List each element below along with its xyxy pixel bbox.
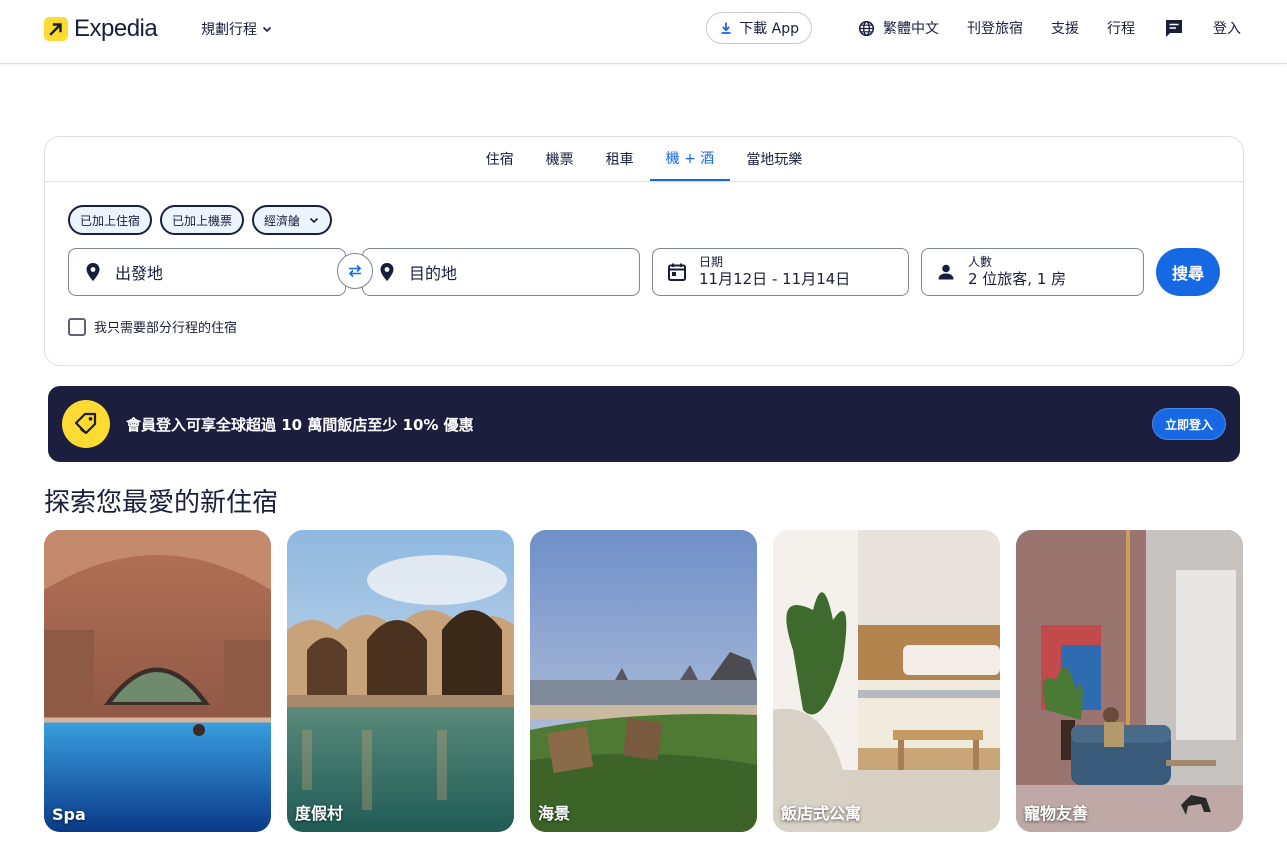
card-label: 飯店式公寓 (781, 804, 862, 823)
flight-added-label: 已加上機票 (172, 213, 233, 228)
origin-field[interactable]: 出發地 (68, 248, 346, 296)
travelers-field[interactable]: 人數 2 位旅客, 1 房 (921, 248, 1144, 296)
stay-added-chip[interactable]: 已加上住宿 (68, 205, 153, 235)
partial-stay-option: 我只需要部分行程的住宿 (68, 317, 237, 336)
tab-cars-label: 租車 (605, 152, 634, 168)
dates-label: 日期 (699, 255, 724, 269)
card-label: 度假村 (295, 804, 344, 823)
tab-stays-label: 住宿 (485, 152, 514, 168)
partial-stay-label: 我只需要部分行程的住宿 (94, 321, 238, 336)
tab-cars[interactable]: 租車 (590, 137, 650, 181)
support-link[interactable]: 支援 (1051, 18, 1079, 38)
tab-flights[interactable]: 機票 (530, 137, 590, 181)
card-label: 寵物友善 (1024, 804, 1089, 823)
destination-placeholder: 目的地 (409, 264, 458, 283)
support-label: 支援 (1051, 21, 1079, 37)
card-pet-friendly[interactable]: 寵物友善 (1016, 530, 1243, 832)
cabin-class-label: 經濟艙 (264, 213, 301, 228)
sign-in-now-button[interactable]: 立即登入 (1151, 408, 1226, 440)
map-pin-icon (81, 260, 105, 284)
download-app-button[interactable]: 下載 App (706, 12, 812, 44)
language-label: 繁體中文 (883, 21, 939, 37)
person-icon (934, 260, 958, 284)
card-resort[interactable]: 度假村 (287, 530, 514, 832)
chevron-down-icon (309, 217, 319, 224)
swap-arrows-icon[interactable] (337, 253, 373, 289)
origin-placeholder: 出發地 (115, 264, 164, 283)
price-tag-icon (62, 400, 110, 448)
dates-field[interactable]: 日期 11月12日 - 11月14日 (652, 248, 909, 296)
partial-stay-checkbox[interactable] (68, 317, 86, 336)
cabin-class-dropdown[interactable]: 經濟艙 (252, 205, 333, 235)
plan-trip-label: 規劃行程 (201, 22, 257, 38)
search-button[interactable]: 搜尋 (1156, 248, 1220, 296)
sign-in-link[interactable]: 登入 (1213, 18, 1241, 38)
tab-things-to-do-label: 當地玩樂 (746, 152, 803, 168)
aparthotel-image (773, 530, 1000, 832)
section-title: 探索您最愛的新住宿 (44, 488, 279, 518)
chat-icon[interactable] (1163, 17, 1185, 39)
pet-friendly-image (1016, 530, 1243, 832)
download-app-label: 下載 App (739, 21, 799, 37)
card-label: Spa (52, 805, 86, 824)
map-pin-icon (375, 260, 399, 284)
package-chips: 已加上住宿 已加上機票 經濟艙 (68, 205, 333, 235)
logo-text: Expedia (74, 15, 158, 42)
sign-in-label: 登入 (1213, 21, 1241, 37)
ocean-view-image (530, 530, 757, 832)
trips-label: 行程 (1107, 21, 1135, 37)
tab-things-to-do[interactable]: 當地玩樂 (730, 137, 818, 181)
card-aparthotel[interactable]: 飯店式公寓 (773, 530, 1000, 832)
banner-text: 會員登入可享全球超過 10 萬間飯店至少 10% 優惠 (126, 416, 474, 434)
list-property-label: 刊登旅宿 (967, 21, 1023, 37)
tab-packages[interactable]: 機 + 酒 (649, 137, 731, 181)
chevron-down-icon (262, 26, 272, 33)
card-label: 海景 (538, 804, 571, 823)
search-form: 住宿 機票 租車 機 + 酒 當地玩樂 已加上住宿 已加上機票 經濟艙 出發地 … (44, 136, 1244, 366)
trips-link[interactable]: 行程 (1107, 18, 1135, 38)
header-nav: 下載 App 繁體中文 刊登旅宿 支援 行程 登入 (706, 12, 1241, 44)
list-property-link[interactable]: 刊登旅宿 (967, 18, 1023, 38)
expedia-logo[interactable]: Expedia (44, 15, 158, 42)
site-header: Expedia 規劃行程 下載 App 繁體中文 刊登旅宿 支援 行程 登入 (0, 0, 1287, 64)
property-type-cards: Spa 度假村 海景 飯店式公寓 寵物友善 (44, 530, 1243, 832)
dates-value: 11月12日 - 11月14日 (699, 270, 851, 288)
travelers-label: 人數 (968, 255, 993, 269)
resort-image (287, 530, 514, 832)
stay-added-label: 已加上住宿 (80, 213, 141, 228)
tab-flights-label: 機票 (545, 152, 574, 168)
search-tabs: 住宿 機票 租車 機 + 酒 當地玩樂 (45, 137, 1243, 182)
calendar-icon (665, 260, 689, 284)
travelers-value: 2 位旅客, 1 房 (968, 270, 1067, 288)
flight-added-chip[interactable]: 已加上機票 (160, 205, 245, 235)
globe-icon (858, 20, 875, 36)
expedia-arrow-icon (44, 17, 68, 41)
card-spa[interactable]: Spa (44, 530, 271, 832)
sign-in-now-label: 立即登入 (1164, 417, 1213, 432)
download-icon (721, 22, 731, 34)
member-deal-banner: 會員登入可享全球超過 10 萬間飯店至少 10% 優惠 立即登入 (48, 386, 1240, 462)
spa-image (44, 530, 271, 832)
tab-packages-label: 機 + 酒 (665, 151, 715, 167)
language-selector[interactable]: 繁體中文 (858, 18, 939, 38)
plan-trip-menu[interactable]: 規劃行程 (201, 19, 273, 39)
card-ocean-view[interactable]: 海景 (530, 530, 757, 832)
destination-field[interactable]: 目的地 (362, 248, 640, 296)
tab-stays[interactable]: 住宿 (470, 137, 530, 181)
